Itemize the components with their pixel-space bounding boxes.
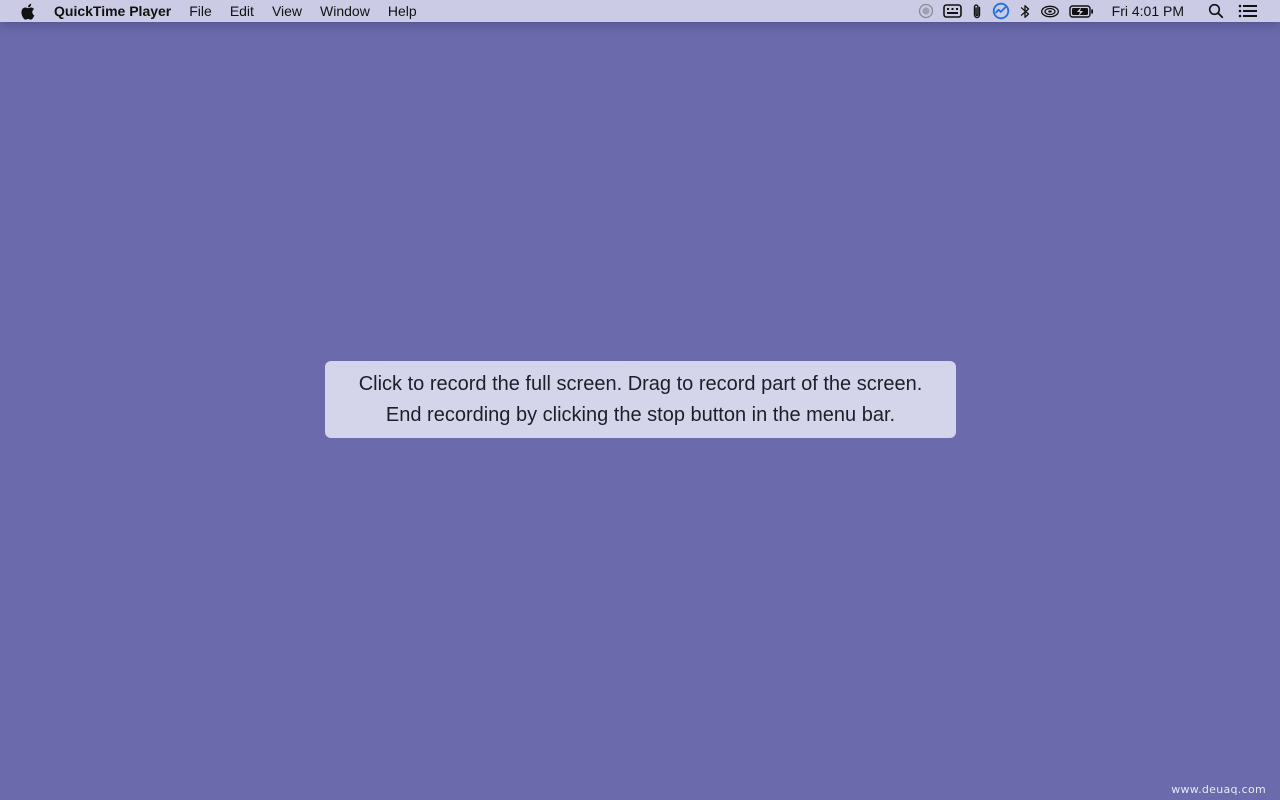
- hint-line-2: End recording by clicking the stop butto…: [385, 403, 896, 426]
- bluetooth-icon[interactable]: [1019, 0, 1031, 22]
- menu-bar-right: Fri 4:01 PM: [909, 0, 1280, 22]
- watermark: www.deuaq.com: [1171, 783, 1266, 796]
- menu-help[interactable]: Help: [379, 0, 426, 22]
- wifi-icon[interactable]: [1040, 0, 1060, 22]
- menu-bar: QuickTime Player File Edit View Window H…: [0, 0, 1280, 22]
- screen-recording-hint: Click to record the full screen. Drag to…: [325, 361, 956, 438]
- menu-window[interactable]: Window: [311, 0, 379, 22]
- spotlight-search-icon[interactable]: [1208, 0, 1224, 22]
- apple-logo-icon[interactable]: [18, 0, 36, 22]
- menu-view[interactable]: View: [263, 0, 311, 22]
- hint-line-1: Click to record the full screen. Drag to…: [358, 372, 923, 395]
- menu-bar-clock[interactable]: Fri 4:01 PM: [1112, 0, 1184, 22]
- keyboard-viewer-icon[interactable]: [942, 0, 962, 22]
- activity-monitor-icon[interactable]: [992, 0, 1010, 22]
- record-stop-icon[interactable]: [918, 0, 934, 22]
- battery-charging-icon[interactable]: [1068, 0, 1094, 22]
- paperclip-icon[interactable]: [971, 0, 983, 22]
- menu-file[interactable]: File: [180, 0, 221, 22]
- notification-center-icon[interactable]: [1238, 0, 1258, 22]
- menu-app-name[interactable]: QuickTime Player: [54, 0, 180, 22]
- menu-bar-left: QuickTime Player File Edit View Window H…: [0, 0, 426, 22]
- menu-edit[interactable]: Edit: [221, 0, 263, 22]
